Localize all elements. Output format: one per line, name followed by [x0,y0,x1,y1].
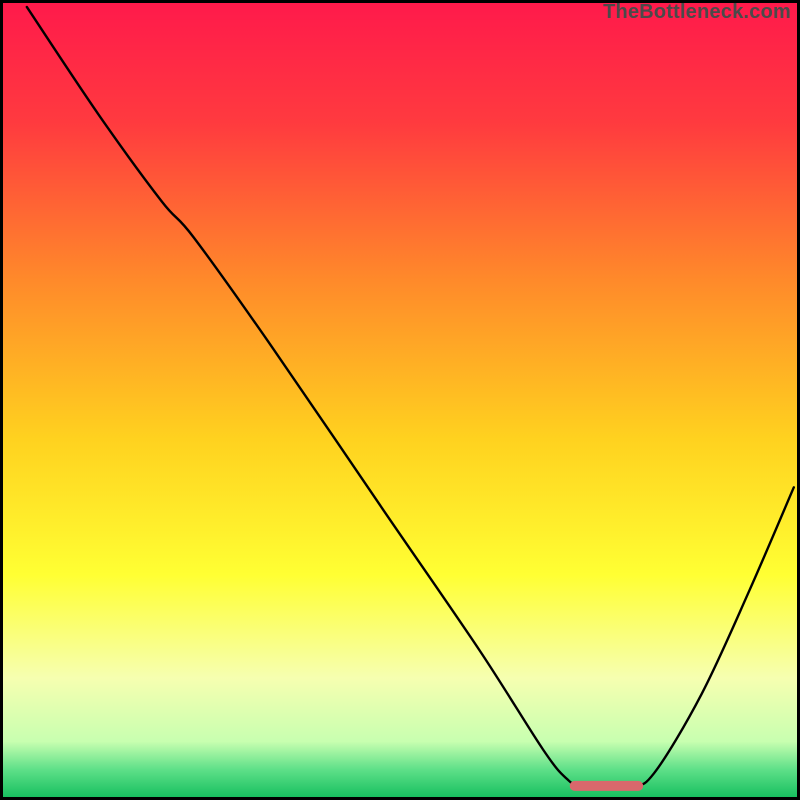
attribution-label: TheBottleneck.com [603,1,791,24]
chart-frame: TheBottleneck.com [0,0,800,800]
chart-background [3,3,797,797]
bottleneck-chart [3,3,797,797]
